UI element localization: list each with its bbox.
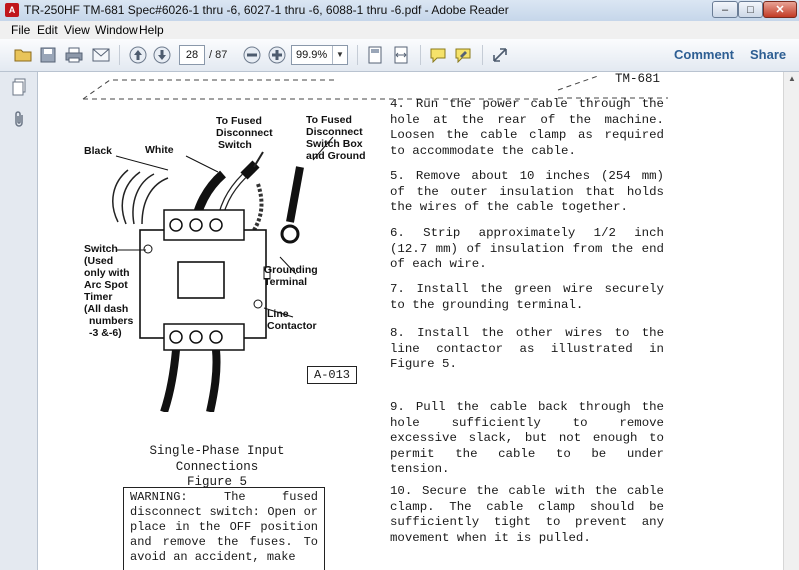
chevron-down-icon[interactable]: ▼	[332, 46, 347, 64]
label-line: Grounding	[264, 264, 318, 276]
attachment-icon[interactable]	[10, 110, 28, 128]
label-to-fused-switch: To Fused Disconnect Switch	[216, 115, 273, 151]
label-white: White	[145, 144, 174, 156]
vertical-scrollbar[interactable]: ▲	[783, 72, 799, 570]
step-4: 4. Run the power cable through the hole …	[390, 97, 664, 158]
navigation-panel	[0, 72, 38, 570]
label-line: Arc Spot	[84, 279, 128, 291]
label-line: Switch	[84, 243, 118, 255]
toolbar-separator	[482, 45, 483, 65]
open-folder-icon[interactable]	[12, 44, 34, 66]
page-total: / 87	[209, 49, 228, 61]
document-view[interactable]: TM-681 4. Run the power cable through th…	[38, 72, 783, 570]
maximize-button[interactable]: □	[738, 1, 763, 18]
menu-view[interactable]: View	[64, 23, 90, 37]
toolbar-separator	[357, 45, 358, 65]
label-line: Switch Box	[306, 138, 363, 150]
highlight-icon[interactable]	[452, 44, 474, 66]
label-line: To Fused	[306, 114, 352, 126]
label-to-fused-box: To Fused Disconnect Switch Box and Groun…	[306, 114, 366, 162]
toolbar-separator	[420, 45, 421, 65]
close-button[interactable]: ✕	[763, 1, 797, 18]
label-line: Terminal	[264, 276, 307, 288]
menu-file[interactable]: File	[11, 23, 30, 37]
title-bar[interactable]: A TR-250HF TM-681 Spec#6026-1 thru -6, 6…	[0, 0, 799, 22]
print-icon[interactable]	[63, 44, 85, 66]
page-number-input[interactable]: 28	[179, 45, 205, 65]
previous-page-icon[interactable]	[127, 44, 149, 66]
expand-icon[interactable]	[489, 44, 511, 66]
minimize-button[interactable]: –	[712, 1, 738, 18]
label-line: Switch	[218, 139, 252, 151]
label-switch: Switch (Used only with Arc Spot Timer (A…	[84, 243, 133, 339]
label-line: Disconnect	[216, 127, 273, 139]
share-button[interactable]: Share	[750, 47, 786, 62]
label-grounding-terminal: Grounding Terminal	[264, 264, 318, 288]
comment-button[interactable]: Comment	[674, 47, 734, 62]
menu-window[interactable]: Window	[95, 23, 138, 37]
step-7: 7. Install the green wire securely to th…	[390, 282, 664, 312]
menu-bar: File Edit View Window Help	[0, 21, 799, 40]
warning-box: WARNING: The fused disconnect switch: Op…	[123, 487, 325, 570]
window-title: TR-250HF TM-681 Spec#6026-1 thru -6, 602…	[24, 3, 509, 17]
label-line: Disconnect	[306, 126, 363, 138]
save-icon[interactable]	[37, 44, 59, 66]
menu-edit[interactable]: Edit	[37, 23, 58, 37]
toolbar: 28 / 87 99.9% ▼ Comment Share	[0, 39, 799, 72]
figure-caption: Single-Phase Input Connections Figure 5	[112, 444, 322, 491]
next-page-icon[interactable]	[151, 44, 173, 66]
label-line: (Used	[84, 255, 114, 267]
label-black: Black	[84, 145, 113, 157]
figure-reference: A-013	[307, 366, 358, 384]
fit-width-icon[interactable]	[390, 44, 412, 66]
fit-page-icon[interactable]	[364, 44, 386, 66]
label-line: only with	[84, 267, 130, 279]
step-9: 9. Pull the cable back through the hole …	[390, 400, 664, 477]
menu-help[interactable]: Help	[139, 23, 164, 37]
email-icon[interactable]	[90, 44, 112, 66]
adobe-reader-icon: A	[5, 3, 19, 17]
zoom-out-icon[interactable]	[241, 44, 263, 66]
label-line: and Ground	[306, 150, 366, 162]
label-line: To Fused	[216, 115, 262, 127]
document-header: TM-681	[615, 72, 661, 86]
label-line-contactor: Line Contactor	[267, 308, 317, 332]
label-line: Contactor	[267, 320, 317, 332]
toolbar-separator	[119, 45, 120, 65]
step-8: 8. Install the other wires to the line c…	[390, 326, 664, 372]
sticky-note-icon[interactable]	[427, 44, 449, 66]
caption-line: Single-Phase Input Connections	[149, 444, 285, 474]
zoom-level-value: 99.9%	[296, 49, 328, 61]
label-line: numbers	[89, 315, 134, 327]
scroll-up-icon[interactable]: ▲	[786, 74, 798, 86]
label-line: -3 &-6)	[89, 327, 122, 339]
label-line: Timer	[84, 291, 113, 303]
step-6: 6. Strip approximately 1/2 inch (12.7 mm…	[390, 226, 664, 272]
label-line: Line	[267, 308, 289, 320]
page-thumbnails-icon[interactable]	[10, 78, 28, 96]
label-line: (All dash	[84, 303, 129, 315]
zoom-in-icon[interactable]	[266, 44, 288, 66]
zoom-level-select[interactable]: 99.9% ▼	[291, 45, 348, 65]
step-10: 10. Secure the cable with the cable clam…	[390, 484, 664, 545]
step-5: 5. Remove about 10 inches (254 mm) of th…	[390, 169, 664, 215]
